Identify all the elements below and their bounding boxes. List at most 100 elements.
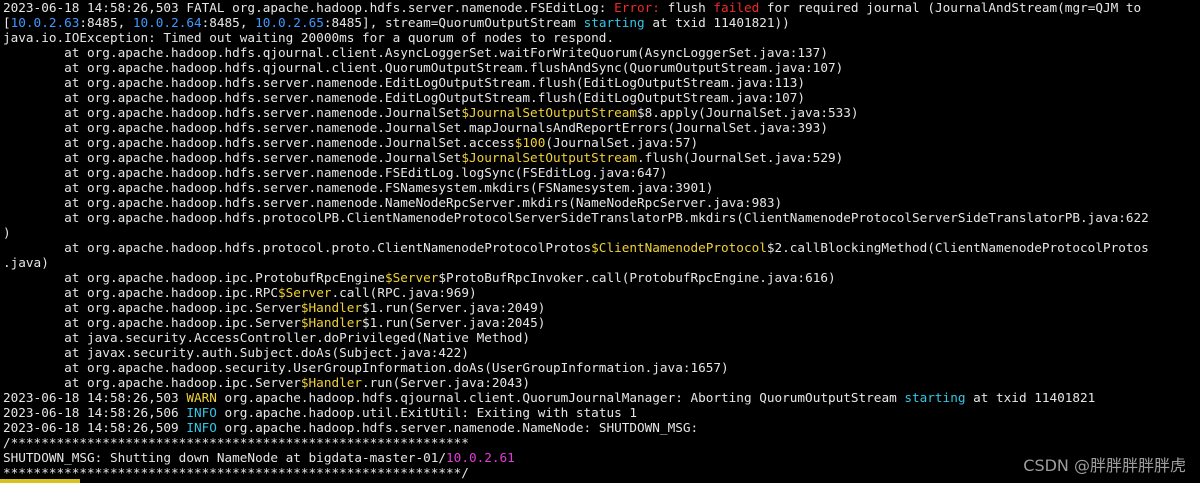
highlighted-text: 10.0.2.65 xyxy=(255,15,324,30)
log-text: ****************************************… xyxy=(3,465,469,480)
log-text: ) xyxy=(3,225,11,240)
highlighted-text: $JournalSetOutputStream xyxy=(461,150,637,165)
highlighted-text: $Server xyxy=(278,285,332,300)
terminal-line: at org.apache.hadoop.ipc.Server$Handler$… xyxy=(3,300,1200,315)
highlighted-text: $Handler xyxy=(300,300,363,315)
highlighted-text: 10.0.2.61 xyxy=(446,450,515,465)
highlighted-text: Error: xyxy=(614,0,660,15)
highlighted-text: 10.0.2.63 xyxy=(10,15,80,30)
log-text: flush xyxy=(659,0,714,15)
terminal-line: /***************************************… xyxy=(3,435,1200,450)
terminal-line: at org.apache.hadoop.hdfs.protocolPB.Cli… xyxy=(3,210,1200,225)
highlighted-text: $Handler xyxy=(300,375,363,390)
log-text: org.apache.hadoop.util.ExitUtil: Exiting… xyxy=(216,405,638,420)
log-text: .java) xyxy=(3,255,49,270)
terminal-line: at org.apache.hadoop.hdfs.server.namenod… xyxy=(3,120,1200,135)
terminal-line: at org.apache.hadoop.hdfs.protocol.proto… xyxy=(3,240,1200,255)
log-text: at org.apache.hadoop.ipc.RPC xyxy=(3,285,278,300)
highlighted-text: $Handler xyxy=(300,315,363,330)
log-text: at org.apache.hadoop.hdfs.server.namenod… xyxy=(3,90,806,105)
log-text: 2023-06-18 14:58:26,503 xyxy=(3,390,187,405)
log-text: at org.apache.hadoop.hdfs.protocol.proto… xyxy=(3,240,592,255)
highlighted-text: $ClientNamenodeProtocol xyxy=(591,240,767,255)
terminal-line: SHUTDOWN_MSG: Shutting down NameNode at … xyxy=(3,450,1200,465)
terminal-line: at org.apache.hadoop.hdfs.qjournal.clien… xyxy=(3,60,1200,75)
log-text: at org.apache.hadoop.hdfs.protocolPB.Cli… xyxy=(3,210,1149,225)
log-text: 2023-06-18 14:58:26,503 FATAL org.apache… xyxy=(3,0,615,15)
terminal-line: at org.apache.hadoop.ipc.Server$Handler.… xyxy=(3,375,1200,390)
terminal-line: 2023-06-18 14:58:26,503 WARN org.apache.… xyxy=(3,390,1200,405)
csdn-watermark: CSDN @胖胖胖胖胖虎 xyxy=(1023,456,1186,475)
log-text: SHUTDOWN_MSG: Shutting down NameNode at … xyxy=(3,450,447,465)
log-text: at org.apache.hadoop.hdfs.qjournal.clien… xyxy=(3,60,844,75)
terminal-line: at org.apache.hadoop.hdfs.server.namenod… xyxy=(3,150,1200,165)
log-text: /***************************************… xyxy=(3,435,469,450)
log-text: at java.security.AccessController.doPriv… xyxy=(3,330,531,345)
log-text: .flush(JournalSet.java:529) xyxy=(637,150,844,165)
log-text: $2.callBlockingMethod(ClientNamenodeProt… xyxy=(766,240,1149,255)
terminal-line: at java.security.AccessController.doPriv… xyxy=(3,330,1200,345)
log-text: org.apache.hadoop.hdfs.server.namenode.N… xyxy=(216,420,699,435)
log-text: at org.apache.hadoop.hdfs.server.namenod… xyxy=(3,105,462,120)
terminal-line: at org.apache.hadoop.hdfs.server.namenod… xyxy=(3,75,1200,90)
terminal-line: 2023-06-18 14:58:26,503 FATAL org.apache… xyxy=(3,0,1200,15)
log-text: at org.apache.hadoop.ipc.Server xyxy=(3,375,301,390)
highlighted-text: $Server xyxy=(384,270,439,285)
log-text: at org.apache.hadoop.hdfs.server.namenod… xyxy=(3,135,515,150)
terminal-line: 2023-06-18 14:58:26,506 INFO org.apache.… xyxy=(3,405,1200,420)
log-text: at org.apache.hadoop.hdfs.server.namenod… xyxy=(3,120,828,135)
log-text: at org.apache.hadoop.hdfs.server.namenod… xyxy=(3,180,714,195)
highlighted-text: INFO xyxy=(186,405,217,420)
log-text: $ProtoBufRpcInvoker.call(ProtobufRpcEngi… xyxy=(438,270,836,285)
log-text: :8485], stream=QuorumOutputStream xyxy=(323,15,584,30)
terminal-line: at org.apache.hadoop.ipc.Server$Handler$… xyxy=(3,315,1200,330)
log-text: $1.run(Server.java:2049) xyxy=(362,300,546,315)
terminal-cursor xyxy=(0,479,80,483)
log-text: :8485, xyxy=(201,15,256,30)
log-text: at javax.security.auth.Subject.doAs(Subj… xyxy=(3,345,469,360)
highlighted-text: $JournalSetOutputStream xyxy=(461,105,637,120)
terminal-line: at org.apache.hadoop.hdfs.server.namenod… xyxy=(3,165,1200,180)
terminal-line: at org.apache.hadoop.ipc.ProtobufRpcEngi… xyxy=(3,270,1200,285)
terminal-line: [10.0.2.63:8485, 10.0.2.64:8485, 10.0.2.… xyxy=(3,15,1200,30)
log-text: .call(RPC.java:969) xyxy=(331,285,477,300)
log-text: $8.apply(JournalSet.java:533) xyxy=(637,105,859,120)
log-text: for required journal (JournalAndStream(m… xyxy=(759,0,1142,15)
terminal-output[interactable]: 2023-06-18 14:58:26,503 FATAL org.apache… xyxy=(0,0,1200,483)
log-text: 2023-06-18 14:58:26,506 xyxy=(3,405,187,420)
log-text: java.io.IOException: Timed out waiting 2… xyxy=(3,30,615,45)
log-text: at txid 11401821 xyxy=(965,390,1096,405)
log-text: (JournalSet.java:57) xyxy=(545,135,699,150)
highlighted-text: starting xyxy=(583,15,645,30)
log-text: .run(Server.java:2043) xyxy=(362,375,531,390)
highlighted-text: INFO xyxy=(186,420,217,435)
highlighted-text: WARN xyxy=(186,390,217,405)
terminal-line: at org.apache.hadoop.hdfs.server.namenod… xyxy=(3,195,1200,210)
highlighted-text: 10.0.2.64 xyxy=(132,15,202,30)
log-text: org.apache.hadoop.hdfs.qjournal.client.Q… xyxy=(216,390,905,405)
terminal-line: at org.apache.hadoop.hdfs.qjournal.clien… xyxy=(3,45,1200,60)
terminal-line: at org.apache.hadoop.hdfs.server.namenod… xyxy=(3,90,1200,105)
log-text: $1.run(Server.java:2045) xyxy=(362,315,546,330)
log-text: at org.apache.hadoop.hdfs.qjournal.clien… xyxy=(3,45,828,60)
terminal-line: at org.apache.hadoop.hdfs.server.namenod… xyxy=(3,135,1200,150)
terminal-line: ) xyxy=(3,225,1200,240)
log-text: at org.apache.hadoop.security.UserGroupI… xyxy=(3,360,729,375)
terminal-line: at javax.security.auth.Subject.doAs(Subj… xyxy=(3,345,1200,360)
log-text: at org.apache.hadoop.ipc.ProtobufRpcEngi… xyxy=(3,270,385,285)
log-text: at org.apache.hadoop.ipc.Server xyxy=(3,315,301,330)
log-text: at org.apache.hadoop.hdfs.server.namenod… xyxy=(3,165,668,180)
terminal-line: ****************************************… xyxy=(3,465,1200,480)
highlighted-text: starting xyxy=(904,390,966,405)
terminal-line: .java) xyxy=(3,255,1200,270)
terminal-line: at org.apache.hadoop.ipc.RPC$Server.call… xyxy=(3,285,1200,300)
terminal-line: java.io.IOException: Timed out waiting 2… xyxy=(3,30,1200,45)
terminal-line: at org.apache.hadoop.hdfs.server.namenod… xyxy=(3,180,1200,195)
log-text: :8485, xyxy=(79,15,133,30)
terminal-line: at org.apache.hadoop.hdfs.server.namenod… xyxy=(3,105,1200,120)
terminal-line: 2023-06-18 14:58:26,509 INFO org.apache.… xyxy=(3,420,1200,435)
log-text: at org.apache.hadoop.hdfs.server.namenod… xyxy=(3,150,462,165)
log-text: [ xyxy=(3,15,11,30)
terminal-line: at org.apache.hadoop.security.UserGroupI… xyxy=(3,360,1200,375)
log-text: 2023-06-18 14:58:26,509 xyxy=(3,420,187,435)
